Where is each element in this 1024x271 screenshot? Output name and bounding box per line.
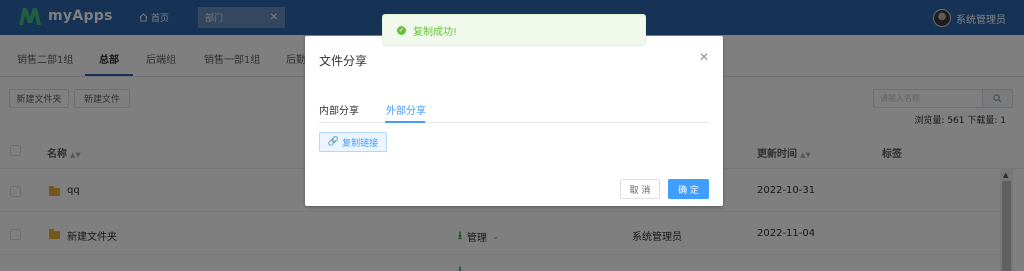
dialog-title: 文件分享 xyxy=(319,54,368,68)
share-tabs: 内部分享 外部分享 xyxy=(319,102,709,123)
copy-link-button[interactable]: 🔗 复制链接 xyxy=(319,132,387,152)
cancel-button[interactable]: 取 消 xyxy=(620,179,660,199)
success-toast: ✓ 复制成功! xyxy=(382,14,646,46)
active-tab-indicator xyxy=(385,121,425,123)
confirm-button[interactable]: 确 定 xyxy=(668,179,709,199)
link-icon: 🔗 xyxy=(327,137,340,147)
toast-message: 复制成功! xyxy=(413,26,458,38)
copy-link-label: 复制链接 xyxy=(342,138,379,149)
share-dialog: 文件分享 ✕ 内部分享 外部分享 🔗 复制链接 取 消 确 定 xyxy=(305,36,723,206)
tab-external-share[interactable]: 外部分享 xyxy=(386,102,426,117)
tab-internal-share[interactable]: 内部分享 xyxy=(319,102,359,117)
check-circle-icon: ✓ xyxy=(397,25,406,35)
close-icon[interactable]: ✕ xyxy=(699,50,709,64)
